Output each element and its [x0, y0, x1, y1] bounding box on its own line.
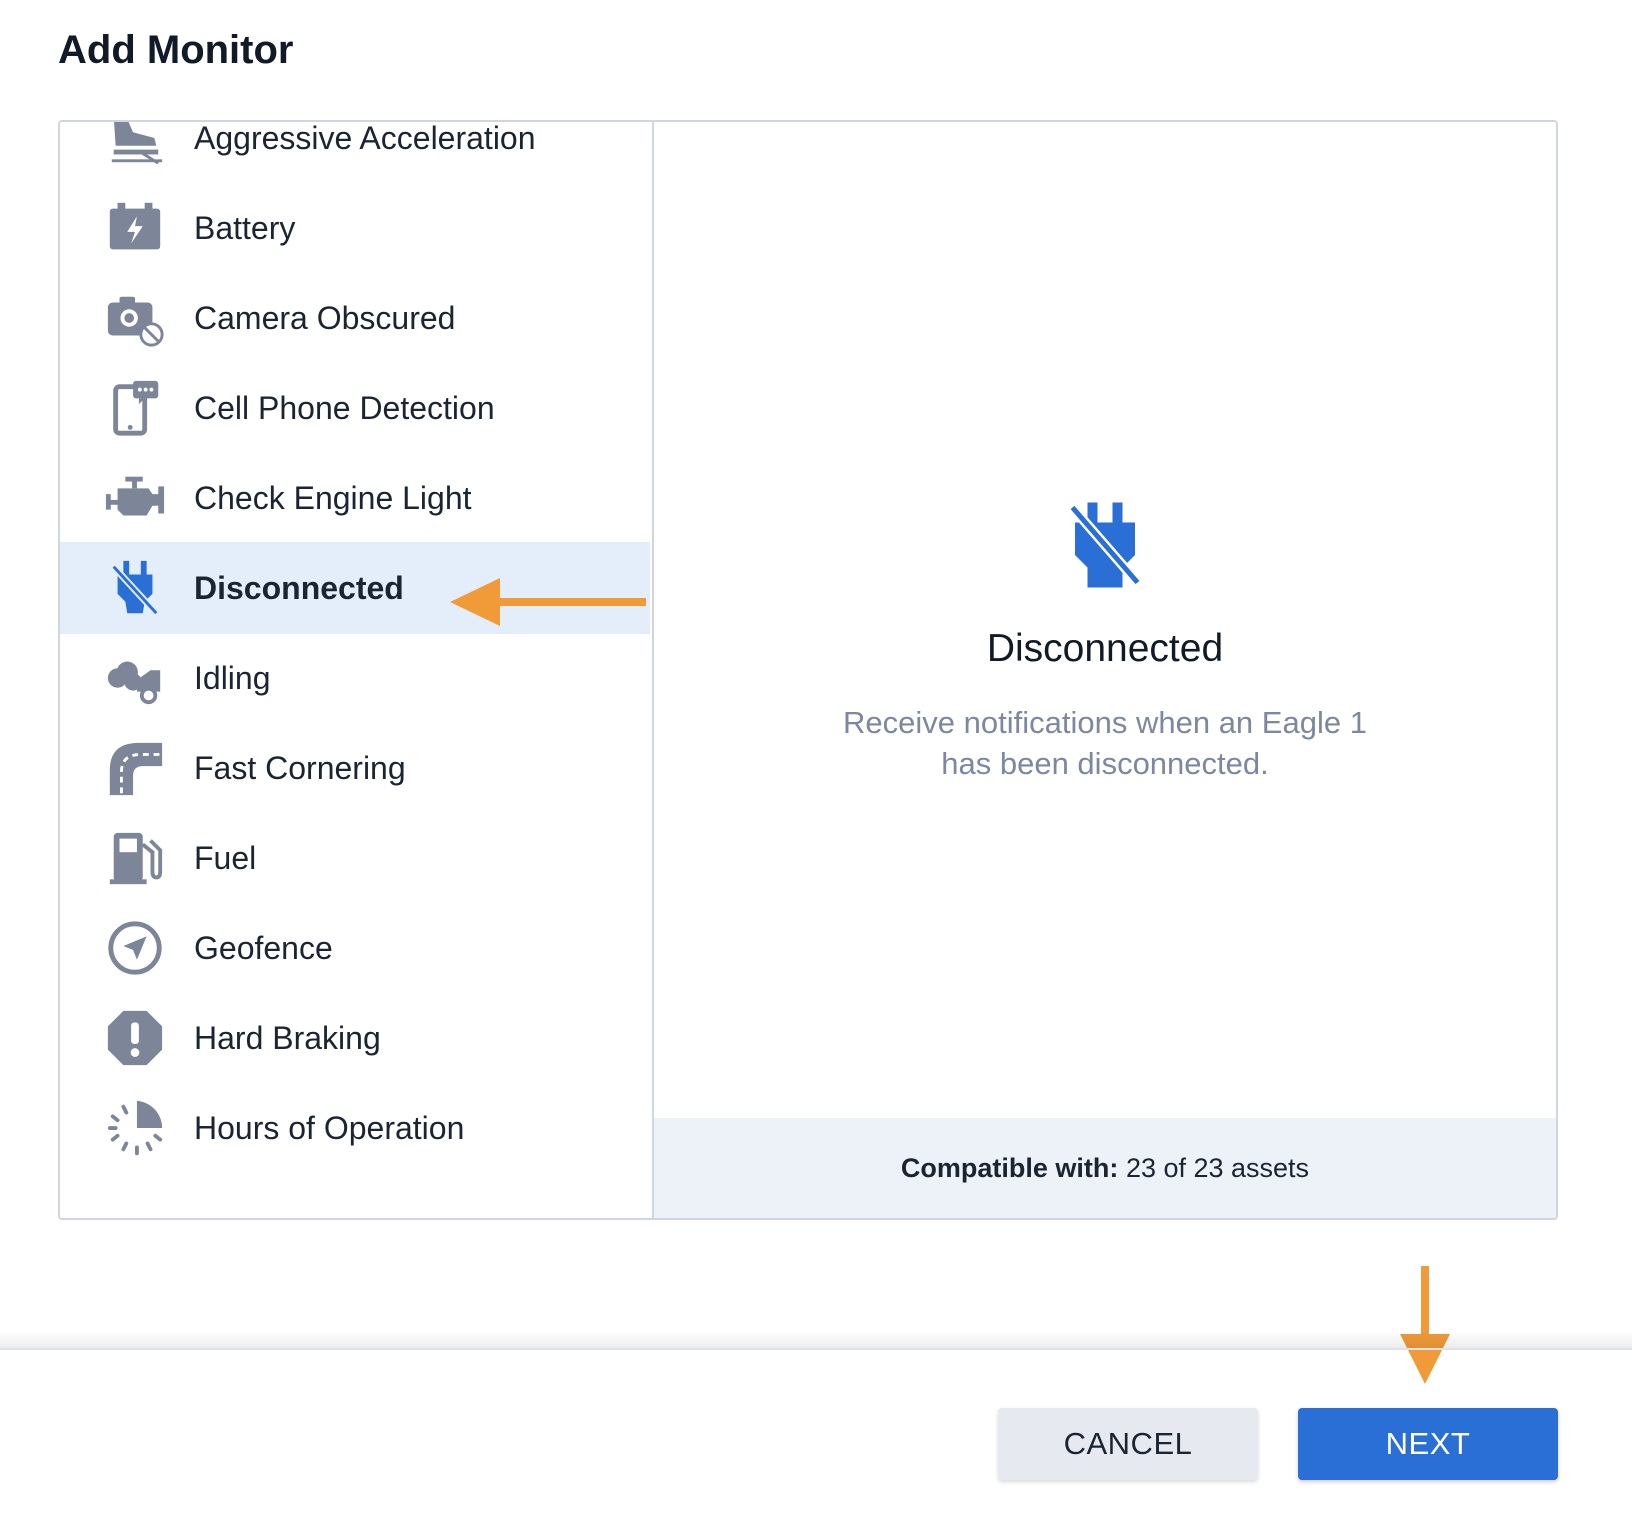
navigation-icon — [104, 917, 166, 979]
list-item-label: Hard Braking — [194, 1019, 381, 1056]
camera-obscured-icon — [104, 287, 166, 349]
detail-title: Disconnected — [986, 627, 1224, 670]
list-item-label: Camera Obscured — [194, 299, 456, 336]
next-button[interactable]: NEXT — [1298, 1408, 1558, 1480]
list-item-label: Battery — [194, 209, 296, 246]
list-item-battery[interactable]: Battery — [60, 182, 650, 274]
pedal-icon — [104, 122, 166, 169]
warning-octagon-icon — [104, 1007, 166, 1069]
list-item-label: Idling — [194, 659, 271, 696]
list-item-camera-obscured[interactable]: Camera Obscured — [60, 272, 650, 364]
detail-description: Receive notifications when an Eagle 1 ha… — [843, 705, 1367, 781]
footer-shadow — [0, 1330, 1632, 1350]
list-item-label: Check Engine Light — [194, 479, 472, 516]
monitor-list[interactable]: Aggressive Acceleration Battery Camera O… — [60, 122, 652, 1218]
list-item-label: Aggressive Acceleration — [194, 122, 536, 156]
list-item-fuel[interactable]: Fuel — [60, 812, 650, 904]
list-item-check-engine-light[interactable]: Check Engine Light — [60, 452, 650, 544]
fuel-pump-icon — [104, 827, 166, 889]
list-item-cell-phone-detection[interactable]: Cell Phone Detection — [60, 362, 650, 454]
list-item-geofence[interactable]: Geofence — [60, 902, 650, 994]
list-item-label: Disconnected — [194, 569, 404, 606]
footer-divider — [0, 1348, 1632, 1350]
idling-icon — [104, 647, 166, 709]
cancel-button[interactable]: CANCEL — [998, 1408, 1258, 1480]
list-item-label: Geofence — [194, 929, 333, 966]
cell-phone-icon — [104, 377, 166, 439]
compatible-label: Compatible with: — [900, 1152, 1119, 1183]
road-curve-icon — [104, 737, 166, 799]
list-item-hard-braking[interactable]: Hard Braking — [60, 992, 650, 1084]
annotation-arrow-down — [1400, 1266, 1450, 1384]
list-item-label: Hours of Operation — [194, 1109, 465, 1146]
compatibility-bar: Compatible with: 23 of 23 assets — [654, 1118, 1556, 1218]
compatible-value: 23 of 23 assets — [1125, 1152, 1310, 1183]
list-item-fast-cornering[interactable]: Fast Cornering — [60, 722, 650, 814]
monitor-detail: Disconnected Receive notifications when … — [654, 122, 1556, 1218]
disconnected-plug-icon — [1065, 500, 1145, 590]
list-item-label: Fast Cornering — [194, 749, 406, 786]
engine-icon — [104, 467, 166, 529]
annotation-arrow-left — [450, 578, 646, 626]
list-item-label: Fuel — [194, 839, 257, 876]
monitor-panel: Aggressive Acceleration Battery Camera O… — [58, 120, 1558, 1220]
disconnected-plug-icon — [104, 557, 166, 619]
clock-partial-icon — [104, 1097, 166, 1159]
battery-icon — [104, 197, 166, 259]
list-item-idling[interactable]: Idling — [60, 632, 650, 724]
list-item-label: Cell Phone Detection — [194, 389, 495, 426]
list-item-aggressive-acceleration[interactable]: Aggressive Acceleration — [60, 122, 650, 184]
dialog-title: Add Monitor — [58, 28, 294, 72]
list-item-hours-of-operation[interactable]: Hours of Operation — [60, 1082, 650, 1174]
